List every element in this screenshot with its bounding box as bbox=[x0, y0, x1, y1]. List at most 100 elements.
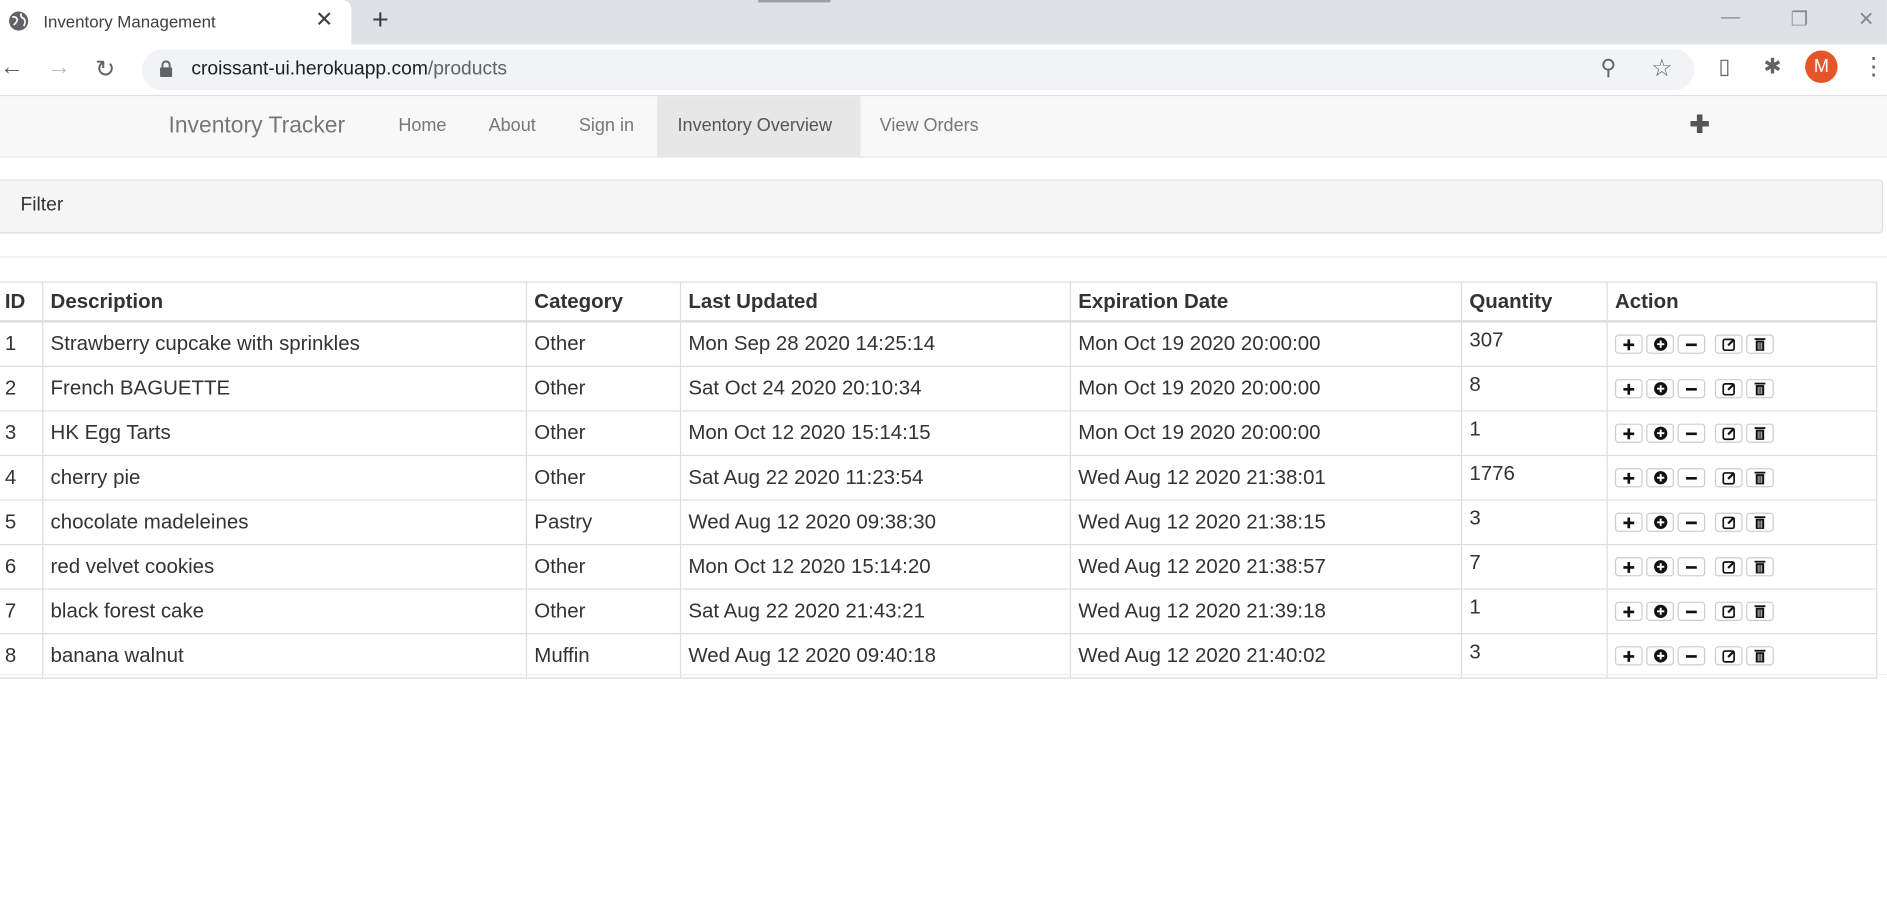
cell-quantity: 1776 bbox=[1460, 454, 1608, 501]
reader-mode-icon[interactable]: ▯ bbox=[1711, 54, 1737, 80]
delete-button[interactable] bbox=[1746, 557, 1774, 577]
increment-button[interactable] bbox=[1614, 468, 1643, 488]
nav-home[interactable]: Home bbox=[378, 96, 467, 156]
delete-button[interactable] bbox=[1746, 646, 1774, 666]
edit-icon bbox=[1721, 337, 1735, 352]
trash-icon bbox=[1753, 426, 1766, 440]
window-close-icon[interactable]: ✕ bbox=[1858, 7, 1874, 31]
delete-button[interactable] bbox=[1746, 512, 1774, 532]
plus-circle-icon bbox=[1653, 515, 1667, 529]
cell-last-updated: Mon Sep 28 2020 14:25:14 bbox=[679, 320, 1072, 368]
delete-button[interactable] bbox=[1746, 334, 1774, 354]
increment-button[interactable] bbox=[1614, 379, 1643, 399]
decrement-button[interactable] bbox=[1677, 468, 1706, 488]
trash-icon bbox=[1753, 515, 1766, 529]
forward-icon[interactable]: → bbox=[47, 54, 71, 82]
restore-icon[interactable]: ❐ bbox=[1791, 7, 1808, 31]
new-tab-icon[interactable]: + bbox=[372, 4, 389, 38]
edit-icon bbox=[1721, 515, 1735, 530]
plus-circle-icon bbox=[1653, 649, 1667, 663]
viewport: Inventory Management ✕ + — ❐ ✕ ← → ↻ cro… bbox=[0, 0, 1887, 915]
cell-last-updated: Wed Aug 12 2020 09:40:18 bbox=[679, 632, 1072, 679]
cell-actions bbox=[1606, 365, 1878, 412]
decrement-button[interactable] bbox=[1677, 601, 1706, 621]
add-button[interactable] bbox=[1646, 646, 1674, 666]
decrement-button[interactable] bbox=[1677, 512, 1706, 532]
browser-tab[interactable]: Inventory Management ✕ bbox=[0, 0, 352, 45]
decrement-button[interactable] bbox=[1677, 557, 1706, 577]
delete-button[interactable] bbox=[1746, 468, 1774, 488]
delete-button[interactable] bbox=[1746, 423, 1774, 443]
decrement-button[interactable] bbox=[1677, 334, 1706, 354]
browser-toolbar: ← → ↻ croissant-ui.herokuapp.com/product… bbox=[0, 44, 1887, 97]
zoom-icon[interactable]: ⚲ bbox=[1601, 55, 1617, 80]
filter-panel[interactable]: Filter bbox=[0, 179, 1884, 234]
add-button[interactable] bbox=[1646, 601, 1674, 621]
table-header-row: ID Description Category Last Updated Exp… bbox=[0, 281, 1878, 323]
edit-button[interactable] bbox=[1714, 468, 1743, 488]
close-tab-icon[interactable]: ✕ bbox=[315, 7, 333, 32]
table-row: 6 red velvet cookies Other Mon Oct 12 2020 … bbox=[0, 543, 1878, 590]
edit-button[interactable] bbox=[1714, 423, 1743, 443]
address-bar[interactable]: croissant-ui.herokuapp.com/products ⚲ ☆ bbox=[142, 49, 1695, 91]
trash-icon bbox=[1753, 649, 1766, 663]
delete-button[interactable] bbox=[1746, 601, 1774, 621]
trash-icon bbox=[1753, 560, 1766, 574]
col-id: ID bbox=[0, 281, 44, 323]
edit-button[interactable] bbox=[1714, 601, 1743, 621]
add-product-icon[interactable]: ✚ bbox=[1690, 110, 1710, 140]
plus-icon bbox=[1622, 382, 1635, 395]
nav-about[interactable]: About bbox=[468, 96, 556, 156]
increment-button[interactable] bbox=[1614, 601, 1643, 621]
cell-id: 6 bbox=[0, 543, 44, 590]
cell-expiration-date: Mon Oct 19 2020 20:00:00 bbox=[1069, 320, 1463, 368]
increment-button[interactable] bbox=[1614, 646, 1643, 666]
increment-button[interactable] bbox=[1614, 423, 1643, 443]
cell-category: Other bbox=[525, 543, 682, 590]
edit-button[interactable] bbox=[1714, 557, 1743, 577]
increment-button[interactable] bbox=[1614, 557, 1643, 577]
minus-icon bbox=[1685, 649, 1698, 662]
add-button[interactable] bbox=[1646, 512, 1674, 532]
increment-button[interactable] bbox=[1614, 334, 1643, 354]
cell-id: 1 bbox=[0, 320, 44, 368]
col-last-updated: Last Updated bbox=[679, 281, 1072, 323]
bookmark-star-icon[interactable]: ☆ bbox=[1651, 53, 1673, 83]
edit-button[interactable] bbox=[1714, 512, 1743, 532]
add-button[interactable] bbox=[1646, 468, 1674, 488]
navbar-brand[interactable]: Inventory Tracker bbox=[168, 113, 345, 139]
profile-avatar[interactable]: M bbox=[1805, 50, 1838, 84]
increment-button[interactable] bbox=[1614, 512, 1643, 532]
nav-sign-in[interactable]: Sign in bbox=[558, 96, 654, 156]
decrement-button[interactable] bbox=[1677, 646, 1706, 666]
nav-inventory-overview[interactable]: Inventory Overview bbox=[657, 96, 861, 157]
edit-button[interactable] bbox=[1714, 646, 1743, 666]
edit-button[interactable] bbox=[1714, 334, 1743, 354]
globe-icon bbox=[9, 11, 29, 31]
table-row: 5 chocolate madeleines Pastry Wed Aug 12 20… bbox=[0, 499, 1878, 546]
table-row: 1 Strawberry cupcake with sprinkles Other M… bbox=[0, 320, 1878, 368]
reload-icon[interactable]: ↻ bbox=[95, 54, 115, 84]
tab-search-indicator bbox=[758, 0, 831, 3]
decrement-button[interactable] bbox=[1677, 379, 1706, 399]
add-button[interactable] bbox=[1646, 423, 1674, 443]
nav-view-orders[interactable]: View Orders bbox=[859, 96, 999, 156]
browser-menu-icon[interactable]: ⋮ bbox=[1862, 52, 1886, 82]
minimize-icon[interactable]: — bbox=[1721, 7, 1740, 29]
cell-id: 8 bbox=[0, 632, 44, 679]
plus-circle-icon bbox=[1653, 337, 1667, 351]
delete-button[interactable] bbox=[1746, 379, 1774, 399]
add-button[interactable] bbox=[1646, 334, 1674, 354]
col-category: Category bbox=[525, 281, 682, 323]
cell-quantity: 1 bbox=[1460, 588, 1608, 635]
decrement-button[interactable] bbox=[1677, 423, 1706, 443]
back-icon[interactable]: ← bbox=[0, 54, 24, 82]
cell-id: 5 bbox=[0, 499, 44, 546]
add-button[interactable] bbox=[1646, 557, 1674, 577]
add-button[interactable] bbox=[1646, 379, 1674, 399]
cell-quantity: 3 bbox=[1460, 632, 1608, 679]
cell-expiration-date: Wed Aug 12 2020 21:39:18 bbox=[1069, 588, 1463, 635]
edit-button[interactable] bbox=[1714, 379, 1743, 399]
cell-actions bbox=[1606, 499, 1878, 546]
extensions-puzzle-icon[interactable]: ✱ bbox=[1759, 54, 1785, 80]
